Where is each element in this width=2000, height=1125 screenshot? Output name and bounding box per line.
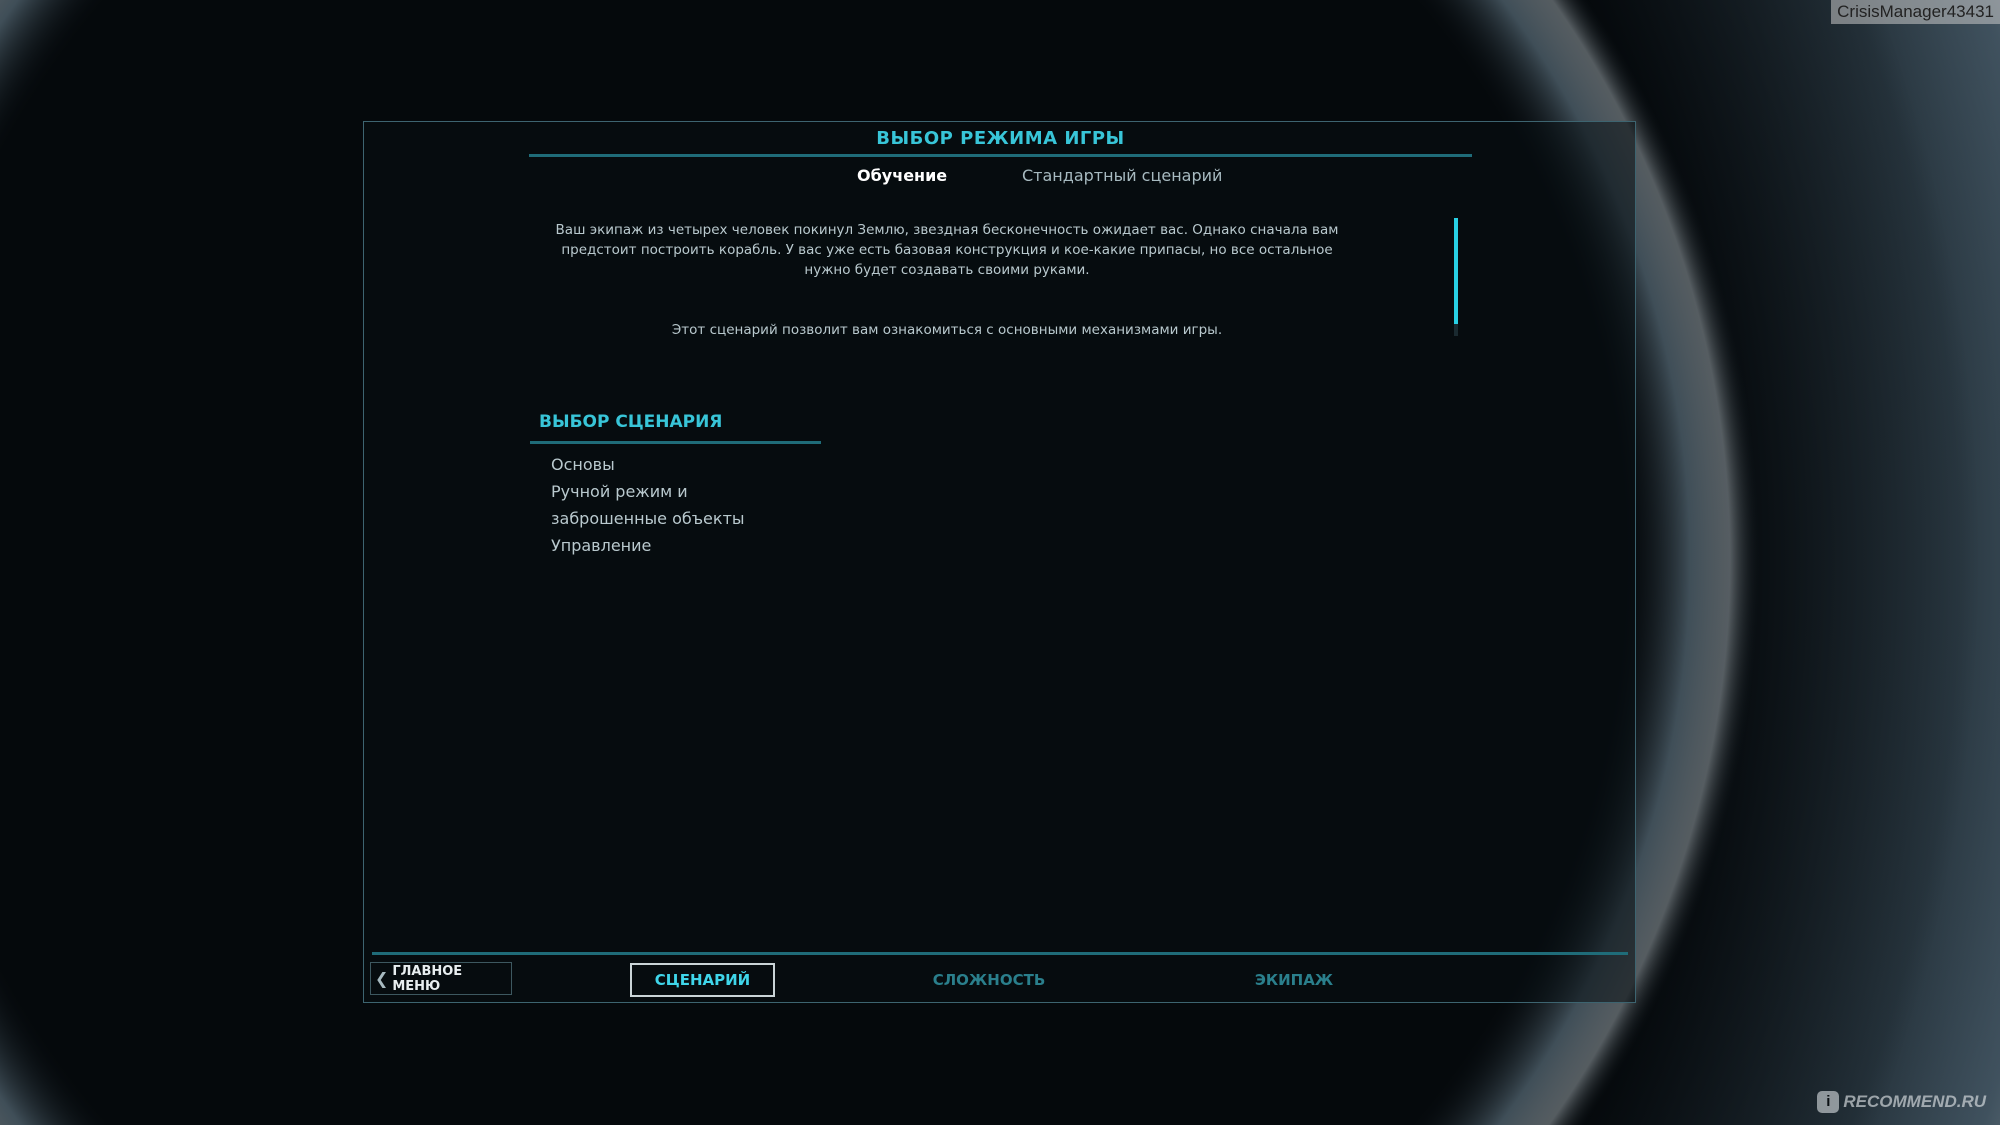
chevron-left-icon: ❮ — [374, 970, 389, 988]
scenario-list: Основы Ручной режим и заброшенные объект… — [551, 451, 791, 559]
watermark-text: RECOMMEND.RU — [1843, 1092, 1986, 1111]
scrollbar-thumb[interactable] — [1454, 218, 1458, 324]
scenario-heading-divider — [530, 441, 821, 444]
watermark: i RECOMMEND.RU — [1817, 1091, 1986, 1113]
game-mode-panel: ВЫБОР РЕЖИМА ИГРЫ Обучение Стандартный с… — [363, 121, 1636, 1003]
scenario-item-basics[interactable]: Основы — [551, 451, 791, 478]
panel-title: ВЫБОР РЕЖИМА ИГРЫ — [876, 128, 1125, 149]
mode-tabs: Обучение Стандартный сценарий — [364, 166, 1635, 196]
scenario-description: Ваш экипаж из четырех человек покинул Зе… — [544, 220, 1350, 340]
footer-divider — [372, 952, 1628, 955]
step-difficulty-button[interactable]: СЛОЖНОСТЬ — [914, 963, 1064, 997]
tab-standard-scenario[interactable]: Стандартный сценарий — [1022, 166, 1222, 185]
main-menu-label: ГЛАВНОЕ МЕНЮ — [392, 963, 463, 994]
scenario-item-controls[interactable]: Управление — [551, 532, 791, 559]
step-crew-button[interactable]: ЭКИПАЖ — [1229, 963, 1359, 997]
tab-tutorial[interactable]: Обучение — [857, 166, 947, 185]
description-paragraph-2: Этот сценарий позволит вам ознакомиться … — [671, 322, 1223, 338]
description-scrollbar[interactable] — [1454, 218, 1458, 336]
scenario-item-manual-mode[interactable]: Ручной режим и заброшенные объекты — [551, 478, 791, 532]
title-divider — [529, 154, 1472, 157]
username-label: CrisisManager43431 — [1831, 0, 2000, 24]
step-scenario-button[interactable]: СЦЕНАРИЙ — [630, 963, 775, 997]
scenario-select-heading: ВЫБОР СЦЕНАРИЯ — [539, 412, 723, 432]
recommend-logo-icon: i — [1817, 1091, 1840, 1113]
main-menu-button[interactable]: ❮ ГЛАВНОЕ МЕНЮ — [370, 962, 512, 995]
description-paragraph-1: Ваш экипаж из четырех человек покинул Зе… — [555, 222, 1339, 278]
